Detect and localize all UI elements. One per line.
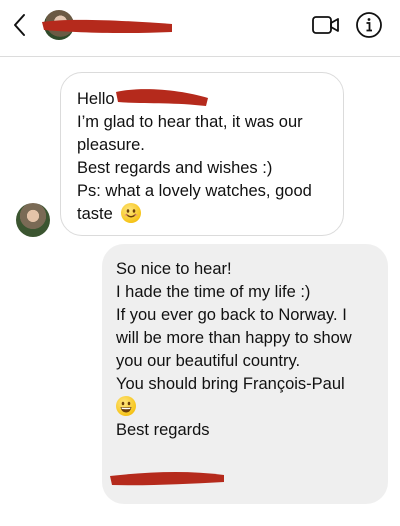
- video-call-button[interactable]: [312, 14, 340, 36]
- chevron-left-icon: [14, 14, 25, 36]
- chat-header: [0, 0, 400, 57]
- redacted-contact-name: [42, 19, 172, 34]
- info-button[interactable]: [355, 11, 383, 39]
- video-camera-icon: [312, 16, 339, 34]
- message-line: pleasure.: [77, 136, 145, 154]
- message-line-with-emoji: taste: [77, 203, 327, 226]
- message-text: taste: [77, 205, 113, 223]
- message-line: So nice to hear!: [116, 260, 232, 278]
- message-line: Ps: what a lovely watches, good: [77, 182, 312, 200]
- info-icon: [356, 12, 382, 38]
- message-line: will be more than happy to show: [116, 329, 352, 347]
- message-line: Best regards and wishes :): [77, 159, 273, 177]
- back-button[interactable]: [8, 10, 30, 40]
- message-line: Best regards: [116, 421, 210, 439]
- sender-avatar[interactable]: [16, 203, 50, 237]
- outgoing-message-bubble[interactable]: So nice to hear! I hade the time of my l…: [102, 244, 388, 504]
- message-line: You should bring François-Paul: [116, 375, 345, 393]
- smiling-face-emoji-icon: [121, 203, 142, 223]
- grinning-face-emoji-icon: [116, 396, 136, 416]
- redacted-name-in-greeting: [116, 89, 208, 106]
- message-line: you our beautiful country.: [116, 352, 301, 370]
- redacted-signature: [110, 472, 224, 486]
- message-line-emoji: [116, 396, 376, 419]
- message-line: I’m glad to hear that, it was our: [77, 113, 303, 131]
- message-line: If you ever go back to Norway. I: [116, 306, 347, 324]
- message-line: I hade the time of my life :): [116, 283, 311, 301]
